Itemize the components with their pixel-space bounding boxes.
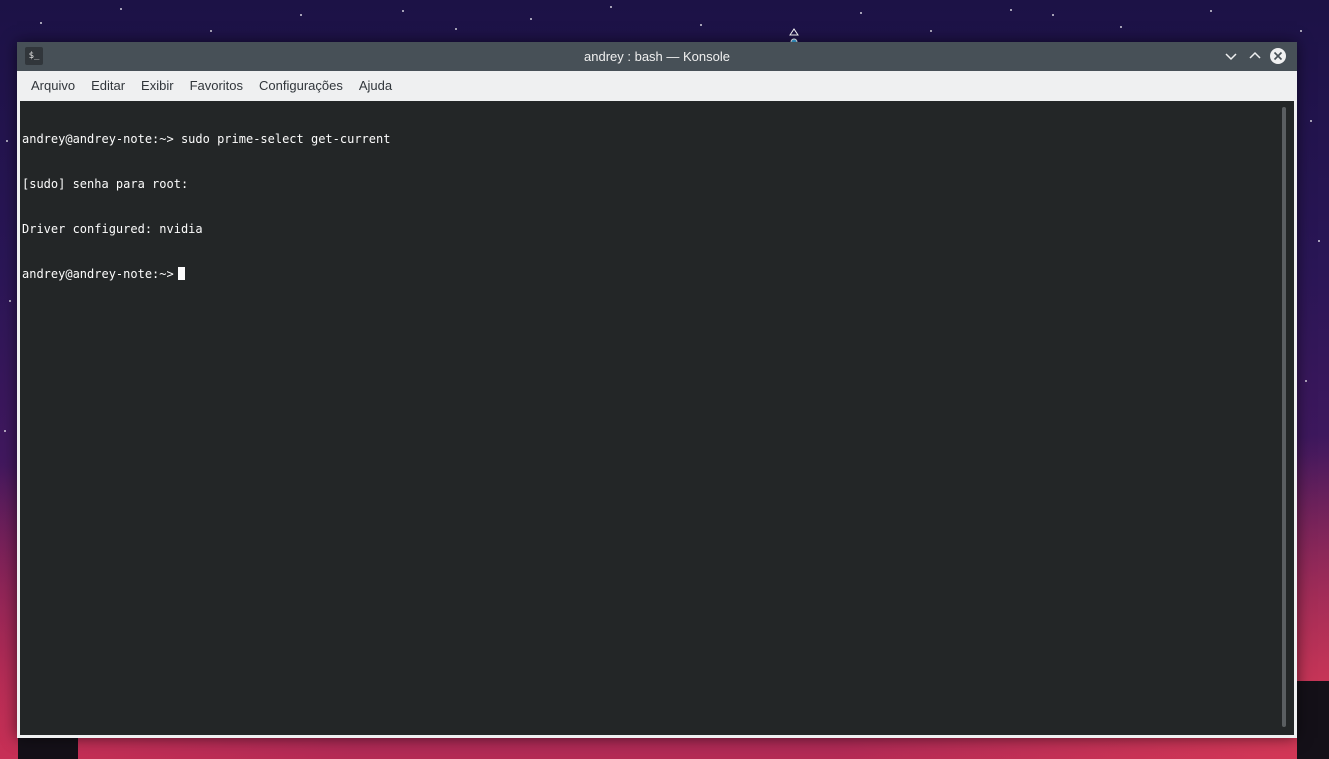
terminal-prompt: andrey@andrey-note:~>	[22, 267, 174, 281]
terminal-line: andrey@andrey-note:~> sudo prime-select …	[22, 132, 391, 146]
menu-ajuda[interactable]: Ajuda	[351, 71, 400, 101]
menubar: Arquivo Editar Exibir Favoritos Configur…	[17, 71, 1297, 101]
menu-exibir[interactable]: Exibir	[133, 71, 182, 101]
wallpaper-silhouette-left	[18, 737, 78, 759]
minimize-icon[interactable]	[1222, 47, 1240, 65]
menu-favoritos[interactable]: Favoritos	[182, 71, 251, 101]
window-title: andrey : bash — Konsole	[584, 49, 730, 64]
maximize-icon[interactable]	[1246, 47, 1264, 65]
terminal-prompt-line: andrey@andrey-note:~>	[22, 267, 390, 282]
terminal-line: Driver configured: nvidia	[22, 222, 203, 236]
terminal-output: andrey@andrey-note:~> sudo prime-select …	[22, 102, 390, 312]
terminal-line: [sudo] senha para root:	[22, 177, 189, 191]
terminal-scrollbar[interactable]	[1282, 107, 1286, 727]
menu-configuracoes[interactable]: Configurações	[251, 71, 351, 101]
konsole-window: $_ andrey : bash — Konsole Arquivo Edita…	[17, 42, 1297, 738]
text-cursor	[177, 267, 185, 280]
menu-editar[interactable]: Editar	[83, 71, 133, 101]
terminal-area[interactable]: andrey@andrey-note:~> sudo prime-select …	[20, 101, 1294, 735]
wallpaper-silhouette-right	[1297, 681, 1329, 759]
window-titlebar[interactable]: $_ andrey : bash — Konsole	[17, 42, 1297, 71]
menu-arquivo[interactable]: Arquivo	[23, 71, 83, 101]
close-icon[interactable]	[1269, 47, 1287, 65]
